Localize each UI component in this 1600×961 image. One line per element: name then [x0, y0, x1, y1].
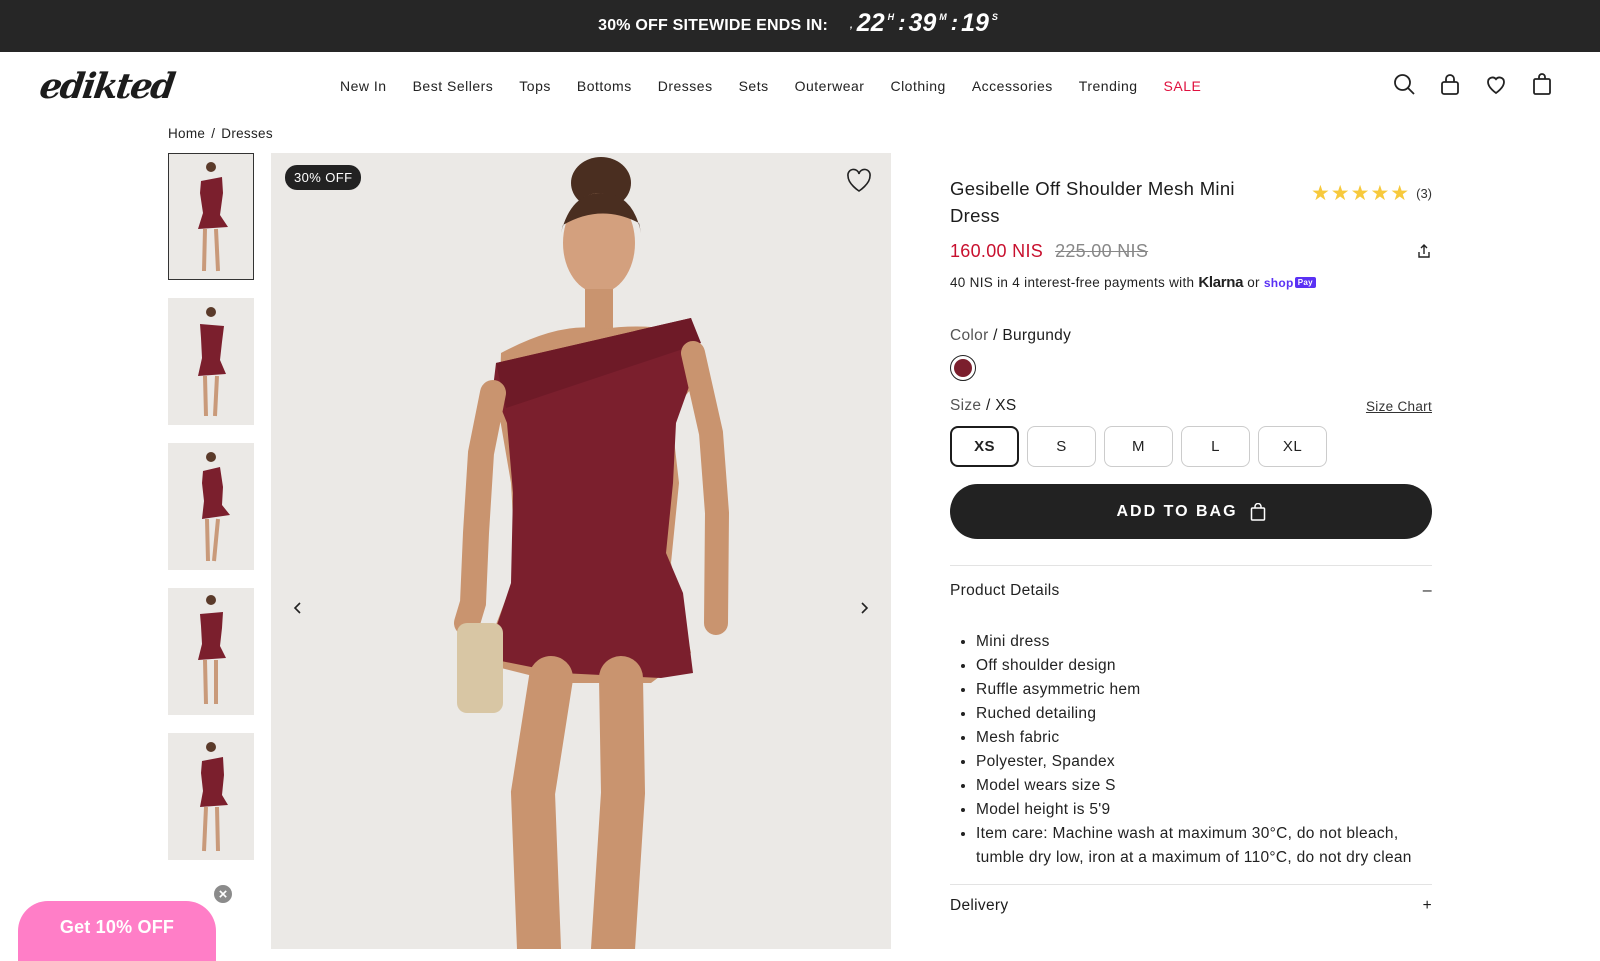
price-row: 160.00 NIS 225.00 NIS — [950, 241, 1432, 262]
add-to-bag-button[interactable]: ADD TO BAG — [950, 484, 1432, 539]
main-nav: New In Best Sellers Tops Bottoms Dresses… — [340, 78, 1227, 94]
nav-best-sellers[interactable]: Best Sellers — [413, 78, 494, 94]
wishlist-icon[interactable] — [1484, 72, 1508, 96]
size-option-xl[interactable]: XL — [1258, 426, 1327, 467]
review-count: (3) — [1416, 186, 1432, 201]
selected-color: Burgundy — [1002, 327, 1072, 344]
thumbnail-strip — [168, 153, 254, 878]
promo-banner: 30% OFF SITEWIDE ENDS IN: , 22 H : 39 M … — [0, 0, 1600, 52]
close-icon[interactable]: × — [212, 883, 234, 905]
color-label: Color / Burgundy — [950, 327, 1072, 344]
list-item: Model wears size S — [976, 774, 1432, 798]
thumbnail-3[interactable] — [168, 443, 254, 570]
nav-outerwear[interactable]: Outerwear — [795, 78, 865, 94]
discount-popup-button[interactable]: Get 10% OFF — [18, 901, 216, 961]
original-price: 225.00 NIS — [1055, 241, 1149, 261]
countdown-minutes-unit: M — [939, 12, 947, 22]
bag-icon[interactable] — [1530, 72, 1554, 96]
thumbnail-4[interactable] — [168, 588, 254, 715]
rating-stars: ★★★★★ — [1310, 182, 1411, 205]
size-chart-link[interactable]: Size Chart — [1366, 399, 1432, 414]
list-item: Polyester, Spandex — [976, 750, 1432, 774]
countdown-timer: , 22 H : 39 M : 19 S — [850, 9, 998, 37]
breadcrumb: Home / Dresses — [168, 126, 273, 141]
collapse-icon: – — [1422, 582, 1432, 599]
color-swatch-burgundy[interactable] — [950, 355, 976, 381]
nav-tops[interactable]: Tops — [519, 78, 551, 94]
nav-clothing[interactable]: Clothing — [890, 78, 945, 94]
sale-price: 160.00 NIS — [950, 241, 1044, 261]
header-icons — [1370, 72, 1554, 96]
countdown-hours-unit: H — [887, 12, 895, 22]
breadcrumb-dresses[interactable]: Dresses — [221, 126, 273, 141]
nav-accessories[interactable]: Accessories — [972, 78, 1053, 94]
site-header: edikted New In Best Sellers Tops Bottoms… — [0, 52, 1600, 120]
nav-sets[interactable]: Sets — [739, 78, 769, 94]
shoppay-logo[interactable]: shop — [1264, 276, 1294, 290]
promo-text: 30% OFF SITEWIDE ENDS IN: — [598, 17, 829, 34]
expand-icon: + — [1422, 897, 1432, 914]
product-info-panel: Gesibelle Off Shoulder Mesh Mini Dress ★… — [950, 175, 1432, 915]
size-option-s[interactable]: S — [1027, 426, 1096, 467]
product-details-accordion[interactable]: Product Details – — [950, 566, 1432, 616]
countdown-minutes: 39 — [908, 9, 937, 37]
list-item: Ruched detailing — [976, 702, 1432, 726]
countdown-seconds: 19 — [961, 9, 989, 37]
nav-bottoms[interactable]: Bottoms — [577, 78, 632, 94]
nav-dresses[interactable]: Dresses — [658, 78, 713, 94]
list-item: Ruffle asymmetric hem — [976, 678, 1432, 702]
countdown-seconds-unit: S — [991, 12, 998, 22]
size-option-m[interactable]: M — [1104, 426, 1173, 467]
model-photo — [454, 157, 730, 949]
list-item: Mesh fabric — [976, 726, 1432, 750]
product-details-list: Mini dress Off shoulder design Ruffle as… — [950, 630, 1432, 870]
breadcrumb-home[interactable]: Home — [168, 126, 205, 141]
size-option-l[interactable]: L — [1181, 426, 1250, 467]
nav-new-in[interactable]: New In — [340, 78, 387, 94]
add-to-bag-label: ADD TO BAG — [1116, 502, 1238, 520]
chevron-right-icon[interactable] — [857, 601, 871, 615]
list-item: Model height is 5'9 — [976, 798, 1432, 822]
brand-logo[interactable]: edikted — [37, 66, 176, 107]
share-icon[interactable] — [1416, 243, 1432, 259]
countdown-hours: 22 — [856, 9, 885, 37]
nav-trending[interactable]: Trending — [1079, 78, 1138, 94]
thumbnail-2[interactable] — [168, 298, 254, 425]
chevron-left-icon[interactable] — [291, 601, 305, 615]
discount-badge: 30% OFF — [285, 165, 362, 190]
installments-text: 40 NIS in 4 interest-free payments with — [950, 275, 1195, 290]
delivery-title: Delivery — [950, 897, 1009, 914]
list-item: Item care: Machine wash at maximum 30°C,… — [976, 822, 1432, 870]
size-row: Size / XS Size Chart — [950, 397, 1432, 415]
installments-info: 40 NIS in 4 interest-free payments with … — [950, 274, 1432, 291]
thumbnail-5[interactable] — [168, 733, 254, 860]
image-wishlist-icon[interactable] — [845, 167, 873, 193]
selected-size: XS — [995, 397, 1017, 414]
nav-sale[interactable]: SALE — [1164, 78, 1202, 94]
shoppay-badge: Pay — [1294, 277, 1316, 288]
product-rating[interactable]: ★★★★★ (3) — [1311, 181, 1432, 206]
size-selector: XS S M L XL — [950, 426, 1432, 467]
shopping-bag-icon — [1250, 502, 1266, 521]
delivery-accordion[interactable]: Delivery + — [950, 885, 1432, 915]
product-title: Gesibelle Off Shoulder Mesh Mini Dress — [950, 178, 1235, 226]
product-details-title: Product Details — [950, 582, 1060, 599]
installments-or: or — [1247, 275, 1260, 290]
list-item: Off shoulder design — [976, 654, 1432, 678]
thumbnail-1[interactable] — [168, 153, 254, 280]
account-icon[interactable] — [1438, 72, 1462, 96]
list-item: Mini dress — [976, 630, 1432, 654]
main-product-image[interactable]: 30% OFF — [271, 153, 891, 949]
search-icon[interactable] — [1392, 72, 1416, 96]
size-label: Size / XS — [950, 397, 1017, 414]
size-option-xs[interactable]: XS — [950, 426, 1019, 467]
klarna-logo[interactable]: Klarna — [1198, 274, 1243, 291]
